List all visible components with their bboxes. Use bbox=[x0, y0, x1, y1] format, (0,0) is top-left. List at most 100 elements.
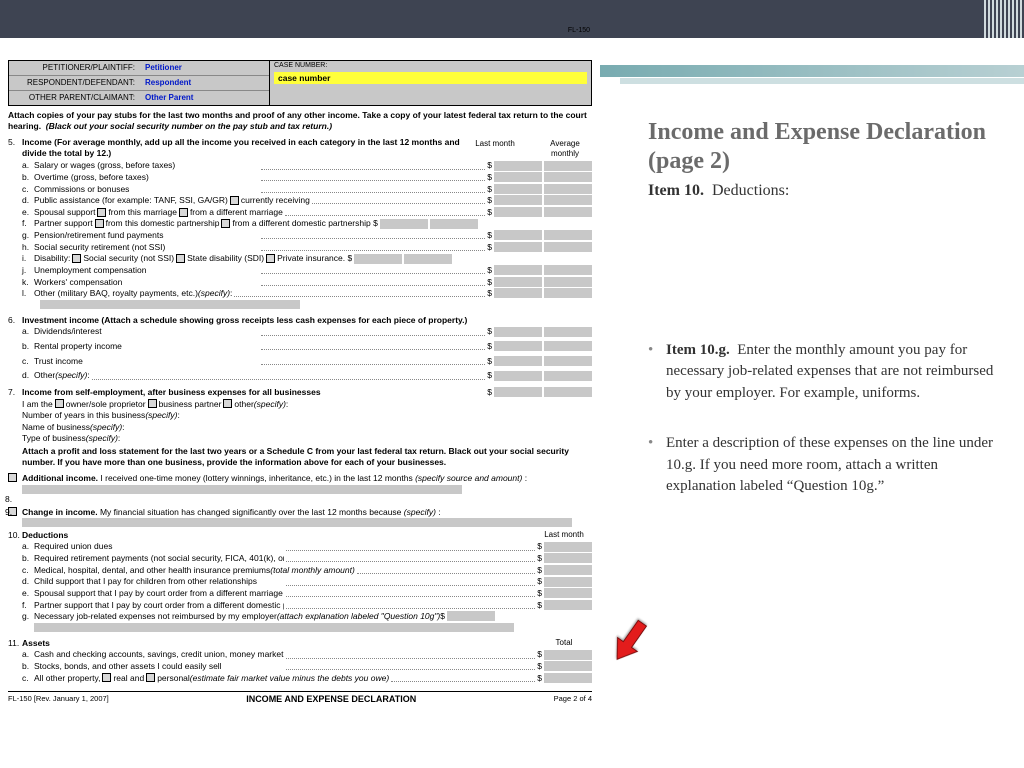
5d-last[interactable] bbox=[492, 195, 542, 205]
5j-label: Unemployment compensation bbox=[34, 265, 259, 276]
6d-avg[interactable] bbox=[542, 371, 592, 381]
slide-sidebar: Income and Expense Declaration (page 2) … bbox=[600, 38, 1024, 714]
5h-last[interactable] bbox=[492, 242, 542, 252]
10d-field[interactable] bbox=[542, 577, 592, 587]
5h-label: Social security retirement (not SSI) bbox=[34, 242, 259, 253]
10a-label: Required union dues bbox=[34, 541, 284, 552]
5d-checkbox[interactable] bbox=[230, 196, 239, 205]
6a-last[interactable] bbox=[492, 327, 542, 337]
5b-last[interactable] bbox=[492, 172, 542, 182]
10g-field[interactable] bbox=[445, 611, 495, 621]
item-8-head: Additional income. bbox=[22, 473, 98, 483]
5i-cb2[interactable] bbox=[176, 254, 185, 263]
10f-field[interactable] bbox=[542, 600, 592, 610]
11b-label: Stocks, bonds, and other assets I could … bbox=[34, 661, 284, 672]
5h-avg[interactable] bbox=[542, 242, 592, 252]
item-7-head: Income from self-employment, after busin… bbox=[22, 387, 487, 398]
7-name-label: Name of business bbox=[22, 422, 90, 433]
5e-label: Spousal support bbox=[34, 207, 95, 218]
respondent-label: RESPONDENT/DEFENDANT: bbox=[9, 76, 139, 90]
6c-avg[interactable] bbox=[542, 356, 592, 366]
5i-label: Disability: bbox=[34, 253, 70, 264]
item-5-head: Income bbox=[22, 137, 52, 147]
5l-specify-field[interactable] bbox=[40, 300, 300, 309]
5f-last[interactable] bbox=[378, 219, 428, 229]
5c-avg[interactable] bbox=[542, 184, 592, 194]
11c-field[interactable] bbox=[542, 673, 592, 683]
5f-label: Partner support bbox=[34, 218, 93, 229]
5c-label: Commissions or bonuses bbox=[34, 184, 259, 195]
11a-label: Cash and checking accounts, savings, cre… bbox=[34, 649, 284, 660]
5c-last[interactable] bbox=[492, 184, 542, 194]
8-specify-field[interactable] bbox=[22, 485, 462, 494]
5e-cb1[interactable] bbox=[97, 208, 106, 217]
9-specify-field[interactable] bbox=[22, 518, 572, 527]
11c-cb-personal[interactable] bbox=[146, 673, 155, 682]
5a-avg[interactable] bbox=[542, 161, 592, 171]
5j-avg[interactable] bbox=[542, 265, 592, 275]
5f-avg[interactable] bbox=[428, 219, 478, 229]
5l-label: Other (military BAQ, royalty payments, e… bbox=[34, 288, 198, 299]
5f-cb2[interactable] bbox=[221, 219, 230, 228]
5k-last[interactable] bbox=[492, 277, 542, 287]
form-FL-150: FL-150 PETITIONER/PLAINTIFF:Petitioner R… bbox=[0, 38, 600, 714]
case-number-label: CASE NUMBER: bbox=[270, 61, 591, 72]
11c-label: All other property, bbox=[34, 673, 100, 684]
col-avg-monthly: Average monthly bbox=[542, 139, 588, 159]
5g-avg[interactable] bbox=[542, 230, 592, 240]
5k-label: Workers' compensation bbox=[34, 277, 259, 288]
11c-cb-real[interactable] bbox=[102, 673, 111, 682]
7-years-label: Number of years in this business bbox=[22, 410, 145, 421]
case-number-field[interactable]: case number bbox=[274, 72, 587, 85]
5j-last[interactable] bbox=[492, 265, 542, 275]
10a-field[interactable] bbox=[542, 542, 592, 552]
11a-field[interactable] bbox=[542, 650, 592, 660]
other-parent-value[interactable]: Other Parent bbox=[139, 91, 269, 105]
5i-last[interactable] bbox=[352, 254, 402, 264]
5g-last[interactable] bbox=[492, 230, 542, 240]
5k-avg[interactable] bbox=[542, 277, 592, 287]
6a-avg[interactable] bbox=[542, 327, 592, 337]
5i-cb1[interactable] bbox=[72, 254, 81, 263]
5e-last[interactable] bbox=[492, 207, 542, 217]
item-6-head: Investment income bbox=[22, 315, 99, 325]
other-parent-label: OTHER PARENT/CLAIMANT: bbox=[9, 91, 139, 105]
7-cb-owner[interactable] bbox=[55, 399, 64, 408]
6d-last[interactable] bbox=[492, 371, 542, 381]
item-10-head: Deductions bbox=[22, 530, 536, 541]
5d-avg[interactable] bbox=[542, 195, 592, 205]
respondent-value[interactable]: Respondent bbox=[139, 76, 269, 90]
5f-cb1[interactable] bbox=[95, 219, 104, 228]
5e-cb2[interactable] bbox=[179, 208, 188, 217]
6b-avg[interactable] bbox=[542, 341, 592, 351]
5b-avg[interactable] bbox=[542, 172, 592, 182]
5i-cb3[interactable] bbox=[266, 254, 275, 263]
form-footer: FL-150 [Rev. January 1, 2007] INCOME AND… bbox=[8, 691, 592, 705]
10e-field[interactable] bbox=[542, 588, 592, 598]
10c-field[interactable] bbox=[542, 565, 592, 575]
5e-avg[interactable] bbox=[542, 207, 592, 217]
6b-label: Rental property income bbox=[34, 341, 259, 352]
6c-last[interactable] bbox=[492, 356, 542, 366]
7-cb-other[interactable] bbox=[223, 399, 232, 408]
10b-field[interactable] bbox=[542, 553, 592, 563]
7-cb-partner[interactable] bbox=[148, 399, 157, 408]
item-11-head: Assets bbox=[22, 638, 536, 649]
5a-last[interactable] bbox=[492, 161, 542, 171]
10g-specify-field[interactable] bbox=[34, 623, 514, 632]
7-last[interactable] bbox=[492, 387, 542, 397]
6c-label: Trust income bbox=[34, 356, 259, 367]
caption-box: PETITIONER/PLAINTIFF:Petitioner RESPONDE… bbox=[8, 60, 592, 106]
5a-label: Salary or wages (gross, before taxes) bbox=[34, 160, 259, 171]
footer-revision: FL-150 [Rev. January 1, 2007] bbox=[8, 694, 109, 705]
5l-avg[interactable] bbox=[542, 288, 592, 298]
8-checkbox[interactable] bbox=[8, 473, 17, 482]
10e-label: Spousal support that I pay by court orde… bbox=[34, 588, 284, 599]
5l-last[interactable] bbox=[492, 288, 542, 298]
6b-last[interactable] bbox=[492, 341, 542, 351]
petitioner-value[interactable]: Petitioner bbox=[139, 61, 269, 75]
5i-avg[interactable] bbox=[402, 254, 452, 264]
col-last-month-10: Last month bbox=[536, 530, 592, 541]
7-avg[interactable] bbox=[542, 387, 592, 397]
11b-field[interactable] bbox=[542, 661, 592, 671]
